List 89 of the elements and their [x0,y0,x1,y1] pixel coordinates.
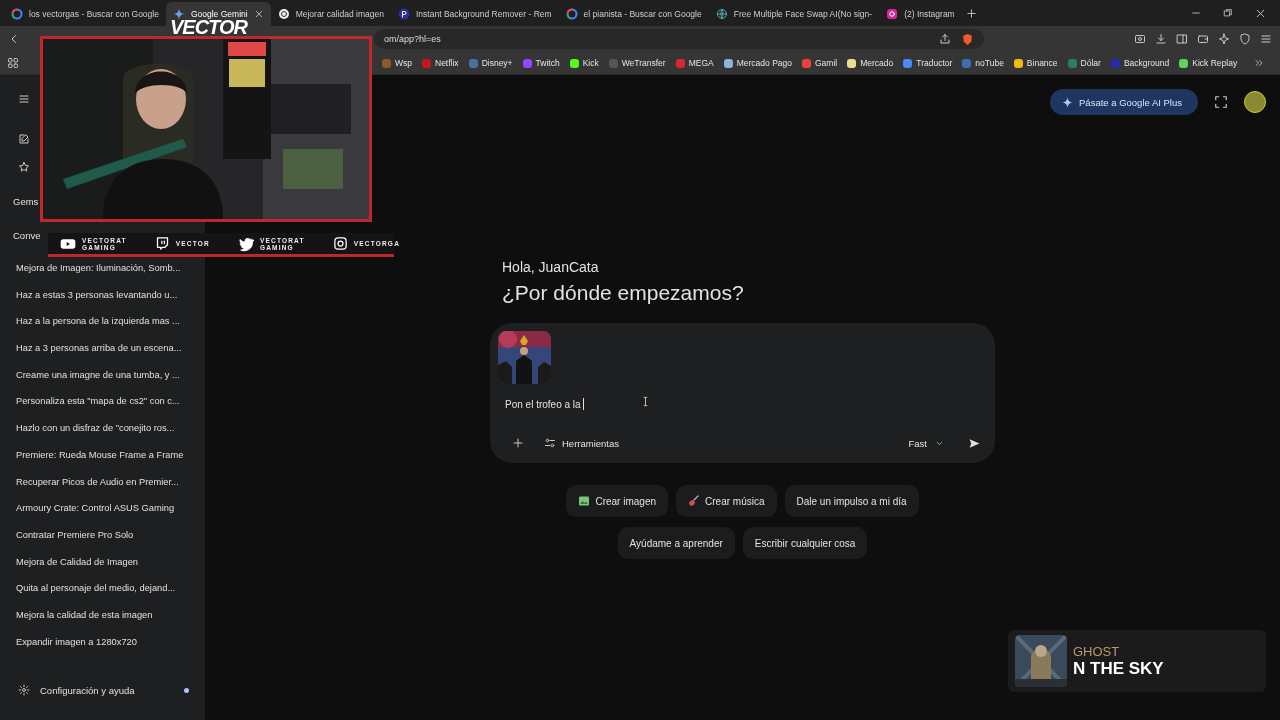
conversation-item[interactable]: Personaliza esta "mapa de cs2" con c... [0,392,205,420]
menu-icon[interactable] [18,93,30,105]
sparkle-icon [172,8,185,20]
share-icon[interactable] [939,33,951,45]
bookmark[interactable]: noTube [957,58,1009,68]
conversation-item[interactable]: Haz a la persona de la izquierda mas ... [0,312,205,340]
chat-icon [154,236,170,251]
bookmark[interactable]: Kick [564,58,604,68]
restore-icon[interactable] [1223,8,1233,18]
bird-icon [237,235,254,252]
conversation-item[interactable]: Haz a estas 3 personas levantando u... [0,285,205,313]
browser-tab[interactable]: (2) Instagram [879,2,962,26]
instagram-icon [886,8,899,20]
sliders-icon [544,437,556,449]
bookmark[interactable]: Kick Replay [1174,58,1243,68]
bookmark[interactable]: Twitch [517,58,565,68]
bookmark[interactable]: Gamil [797,58,843,68]
greeting: Hola, JuanCata [501,259,600,275]
browser-tab[interactable]: Mejorar calidad imagen [270,2,391,26]
browser-tab[interactable]: Free Multiple Face Swap AI(No sign- [708,2,880,26]
song-title: N THE SKY [1073,658,1164,679]
apps-icon[interactable] [7,57,19,69]
avatar[interactable] [1244,91,1266,113]
bookmark[interactable]: Background [1105,58,1175,68]
camera-icon [332,236,348,251]
bookmark[interactable]: Netflix [417,58,464,68]
sparkle-icon[interactable] [1218,33,1230,45]
sidebar-icon[interactable] [1176,33,1188,45]
settings-icon [18,684,30,696]
chevrons-icon[interactable] [1254,58,1264,68]
section-heading: Gems [13,196,39,207]
new-tab-icon[interactable] [965,7,977,19]
screenshot-icon[interactable] [1134,33,1146,45]
conversation-item[interactable]: Contratar Premiere Pro Solo [0,525,205,553]
add-icon[interactable] [512,437,524,449]
bookmark[interactable]: Mercado Pago [718,58,797,68]
headline: ¿Por dónde empezamos? [501,281,745,305]
bookmark[interactable]: Traductor [898,58,958,68]
bookmark[interactable]: WeTransfer [603,58,671,68]
conversation-item[interactable]: Mejora de Calidad de Imagen [0,552,205,580]
artist-name: GHOST [1073,643,1121,659]
conversation-item[interactable]: Creame una imagne de una tumba, y ... [0,365,205,393]
wallet-icon[interactable] [1197,33,1209,45]
browser-tab[interactable]: el pianista - Buscar con Google [558,2,709,26]
address-bar[interactable]: om/app?hl=es [374,29,984,49]
section-heading: Conve [13,230,41,241]
globe-icon [715,8,728,20]
bookmark[interactable]: Binance [1008,58,1063,68]
suggestion-chip[interactable]: Escribir cualquier cosa [742,527,868,559]
conversation-item[interactable]: Mejora la calidad de esta imagen [0,605,205,633]
bookmark[interactable]: Dólar [1062,58,1106,68]
suggestion-chip[interactable]: Ayúdame a aprender [617,527,735,559]
conversation-item[interactable]: Mejora de Imagen: Iluminación, Somb... [0,259,205,286]
bookmark[interactable]: Mercado [842,58,899,68]
bookmark[interactable]: MEGA [670,58,719,68]
suggestion-chip[interactable]: Dale un impulso a mi día [784,485,919,517]
image-icon [578,495,591,507]
shield-icon[interactable] [1239,33,1251,45]
sparkle-icon [1062,96,1073,108]
google-icon [11,8,23,20]
conversation-item[interactable]: Haz a 3 personas arriba de un escena... [0,339,205,366]
app-icon [398,8,410,20]
lion-shield-icon[interactable] [961,32,974,46]
conversation-item[interactable]: Armoury Crate: Control ASUS Gaming [0,499,205,526]
upgrade-button[interactable]: Pásate a Google AI Plus [1050,89,1198,115]
capture-icon[interactable] [1214,95,1228,109]
bookmark[interactable]: Wsp [377,58,417,68]
conversation-item[interactable]: Premiere: Rueda Mouse Frame a Frame [0,445,205,473]
download-icon[interactable] [1155,33,1167,45]
close-icon[interactable] [1255,7,1266,19]
conversation-item[interactable]: Quita al personaje del medio, dejand... [0,579,205,606]
bookmark[interactable]: Disney+ [463,58,518,68]
knot-icon [277,8,290,20]
model-dropdown[interactable]: Fast [902,436,950,450]
browser-tab[interactable]: los vectorgas - Buscar con Google [4,2,166,26]
edit-icon[interactable] [18,133,30,145]
conversation-item[interactable]: Expandir imagen a 1280x720 [0,632,205,660]
close-icon[interactable] [253,9,264,19]
suggestion-chip[interactable]: Crear música [676,485,777,517]
suggestion-chip[interactable]: Crear imagen [566,485,669,517]
tools-button[interactable]: Herramientas [538,436,626,450]
guitar-icon [688,495,701,507]
conversation-item[interactable]: Hazlo con un disfraz de "conejito ros... [0,419,205,446]
google-icon [565,8,578,20]
browser-tab[interactable]: Instant Background Remover - Rem [391,2,559,26]
prompt-field[interactable]: Pon el trofeo a la [505,398,584,410]
conversation-item[interactable]: Recuperar Picos de Audio en Premier... [0,472,205,500]
settings-item[interactable]: Configuración y ayuda [0,684,205,696]
menu-icon[interactable] [1260,33,1272,45]
